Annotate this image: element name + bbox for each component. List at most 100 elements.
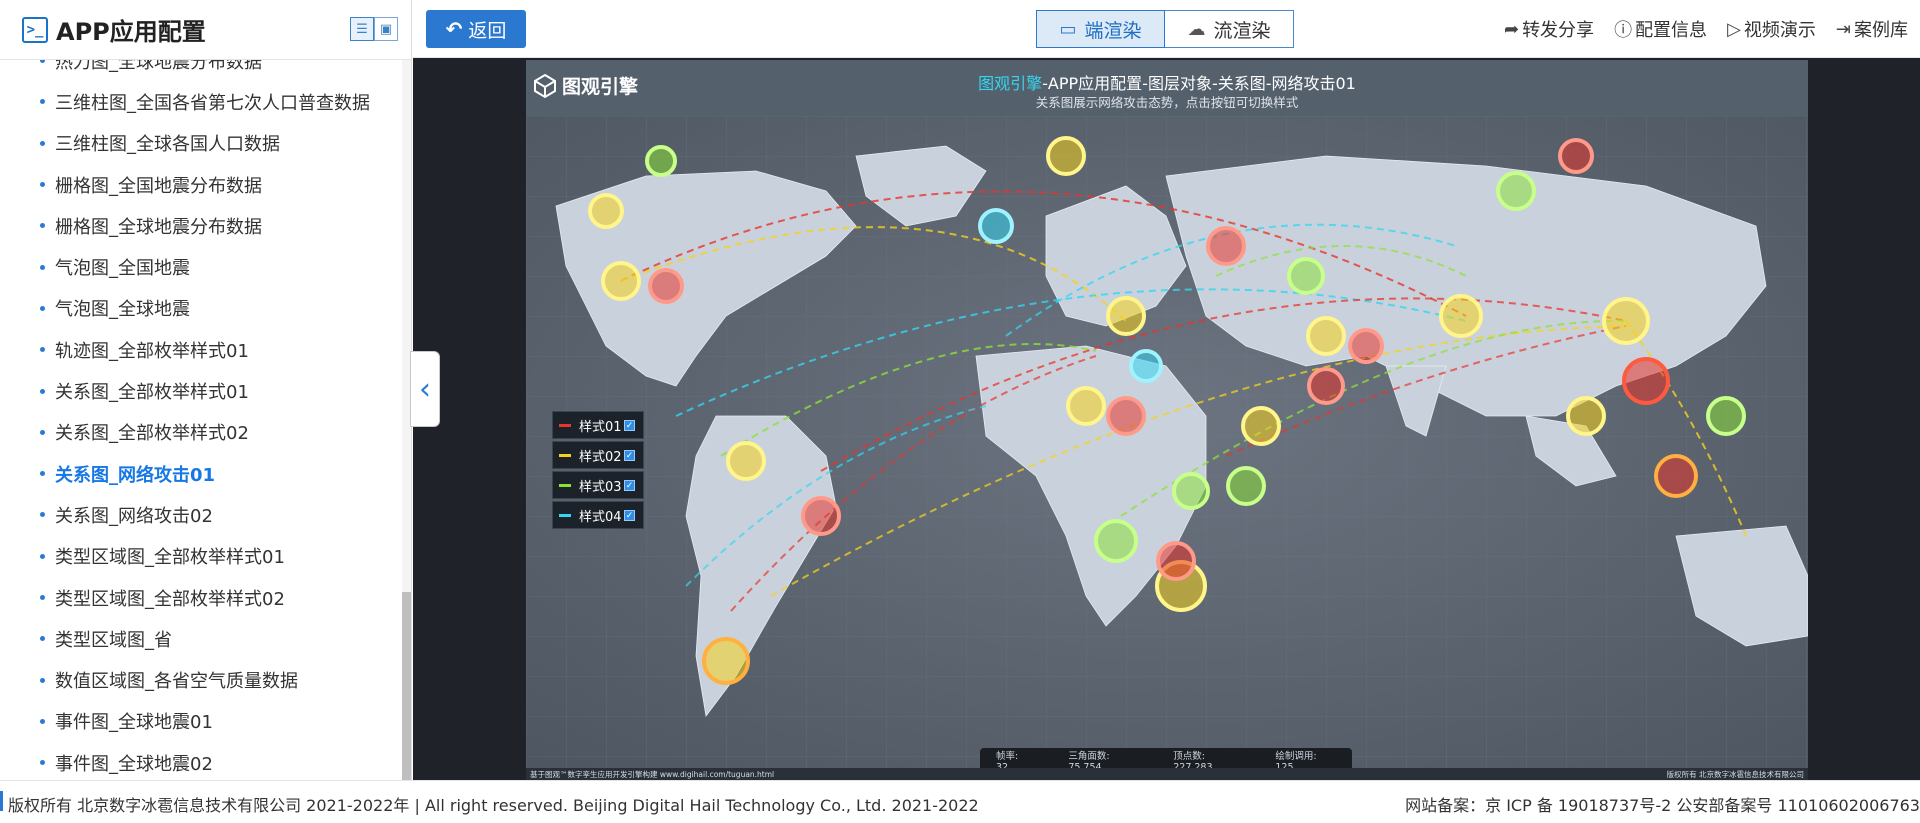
sidebar-item-label: 轨迹图_全部枚举样式01	[55, 340, 249, 362]
sidebar-list: 热力图_全球地震分布数据三维柱图_全国各省第七次人口普查数据 三维柱图_全球各国人…	[0, 60, 405, 780]
config-info-link[interactable]: ⓘ 配置信息	[1614, 16, 1707, 42]
legend-swatch	[559, 453, 571, 457]
sidebar-item-label: 栅格图_全球地震分布数据	[55, 216, 262, 238]
sidebar-item[interactable]: 类型区域图_全部枚举样式01	[0, 536, 405, 577]
sidebar-scrollbar-thumb[interactable]	[402, 592, 411, 780]
sidebar-item-label: 气泡图_全球地震	[55, 299, 190, 321]
share-link[interactable]: ➦ 转发分享	[1504, 16, 1594, 42]
top-toolbar: ↶ 返回 ▭ 端渲染 ☁ 流渲染 ➦ 转发分享 ⓘ 配置信息 ▷ 视频演示 ⇥ …	[413, 0, 1920, 58]
sidebar-item[interactable]: 气泡图_全球地震	[0, 288, 405, 329]
back-button[interactable]: ↶ 返回	[426, 10, 526, 48]
sidebar-item-label: 关系图_全部枚举样式02	[55, 423, 249, 445]
vertices-label: 顶点数:	[1173, 750, 1205, 762]
render-mode-toggle: ▭ 端渲染 ☁ 流渲染	[1036, 10, 1294, 48]
sidebar-item-label: 三维柱图_全球各国人口数据	[55, 134, 280, 156]
terminal-icon: >_	[22, 16, 48, 43]
case-library-label: 案例库	[1854, 20, 1908, 41]
legend-swatch	[559, 423, 571, 427]
header-links: ➦ 转发分享 ⓘ 配置信息 ▷ 视频演示 ⇥ 案例库	[1484, 16, 1908, 42]
app-title: APP应用配置	[56, 18, 206, 46]
sidebar-item[interactable]: 事件图_全球地震02	[0, 742, 405, 780]
map-footer-right: 版权所有 北京数字冰雹信息技术有限公司	[1666, 770, 1804, 779]
client-render-label: 端渲染	[1084, 19, 1142, 42]
back-arrow-icon: ↶	[445, 17, 463, 41]
legend-item[interactable]: 样式04 ✓	[552, 501, 644, 529]
sidebar-item[interactable]: 气泡图_全国地震	[0, 246, 405, 287]
sidebar-header: >_ APP应用配置 ☰ ▣	[0, 0, 411, 60]
sidebar-item[interactable]: 关系图_全部枚举样式01	[0, 370, 405, 411]
map-title-highlight: 图观引擎	[978, 74, 1043, 93]
sidebar-item[interactable]: 三维柱图_全国各省第七次人口普查数据	[0, 81, 405, 122]
play-icon: ▷	[1727, 18, 1741, 40]
sidebar-item-label: 类型区域图_省	[55, 629, 172, 651]
chevron-left-icon: ‹	[419, 371, 431, 407]
exit-icon: ⇥	[1835, 18, 1851, 40]
sidebar-item-label: 关系图_网络攻击01	[55, 464, 216, 486]
sidebar-item-label: 关系图_网络攻击02	[55, 505, 213, 527]
triangles-label: 三角面数:	[1068, 750, 1110, 762]
sidebar-item-label: 事件图_全球地震02	[55, 753, 213, 775]
monitor-icon: ▭	[1059, 18, 1077, 40]
footer-accent	[0, 791, 3, 811]
map-footer: 基于图观™数字孪生应用开发引擎构建 www.digihail.com/tugua…	[526, 768, 1808, 780]
sidebar-item-label: 事件图_全球地震01	[55, 712, 213, 734]
sidebar-item[interactable]: 热力图_全球地震分布数据	[0, 60, 405, 81]
world-map	[526, 116, 1808, 780]
info-icon: ⓘ	[1614, 20, 1633, 41]
footer-icp: 网站备案：京 ICP 备 19018737号-2 公安部备案号 11010602…	[1405, 796, 1920, 815]
legend-item[interactable]: 样式03 ✓	[552, 471, 644, 499]
client-render-button[interactable]: ▭ 端渲染	[1036, 10, 1165, 48]
share-label: 转发分享	[1522, 20, 1595, 41]
sidebar-item[interactable]: 三维柱图_全球各国人口数据	[0, 123, 405, 164]
style-legend: 样式01 ✓ 样式02 ✓ 样式03 ✓ 样式04 ✓	[552, 411, 644, 531]
sidebar-item-label: 栅格图_全国地震分布数据	[55, 175, 262, 197]
sidebar-item[interactable]: 关系图_网络攻击02	[0, 494, 405, 535]
legend-swatch	[559, 483, 571, 487]
share-icon: ➦	[1503, 18, 1520, 40]
sidebar-item[interactable]: 关系图_全部枚举样式02	[0, 412, 405, 453]
sidebar-item[interactable]: 数值区域图_各省空气质量数据	[0, 659, 405, 700]
map-title-rest: -APP应用配置-图层对象-关系图-网络攻击01	[1042, 74, 1356, 93]
map-footer-left: 基于图观™数字孪生应用开发引擎构建 www.digihail.com/tugua…	[530, 770, 775, 779]
case-library-link[interactable]: ⇥ 案例库	[1836, 16, 1908, 42]
list-view-icon[interactable]: ☰	[350, 17, 374, 41]
image-view-icon[interactable]: ▣	[374, 17, 398, 41]
sidebar-item-label: 类型区域图_全部枚举样式02	[55, 588, 285, 610]
render-stage: 图观引擎 图观引擎-APP应用配置-图层对象-关系图-网络攻击01 关系图展示网…	[413, 58, 1920, 780]
footer-copyright: 版权所有 北京数字冰雹信息技术有限公司 2021-2022年 | All rig…	[8, 796, 979, 815]
page-footer: 版权所有 北京数字冰雹信息技术有限公司 2021-2022年 | All rig…	[0, 780, 1920, 823]
legend-checkbox[interactable]: ✓	[624, 479, 635, 491]
legend-label: 样式02	[579, 449, 622, 465]
sidebar: >_ APP应用配置 ☰ ▣ 热力图_全球地震分布数据三维柱图_全国各省第七次人…	[0, 0, 412, 780]
map-subtitle: 关系图展示网络攻击态势，点击按钮可切换样式	[1035, 95, 1299, 110]
sidebar-item-label: 三维柱图_全国各省第七次人口普查数据	[55, 92, 370, 114]
cloud-icon: ☁	[1187, 18, 1206, 40]
video-demo-link[interactable]: ▷ 视频演示	[1727, 16, 1816, 42]
collapse-sidebar-button[interactable]: ‹	[410, 351, 440, 427]
fps-label: 帧率:	[996, 750, 1019, 762]
legend-swatch	[559, 513, 571, 517]
legend-item[interactable]: 样式02 ✓	[552, 441, 644, 469]
sidebar-item[interactable]: 类型区域图_全部枚举样式02	[0, 577, 405, 618]
sidebar-item[interactable]: 事件图_全球地震01	[0, 701, 405, 742]
stream-render-button[interactable]: ☁ 流渲染	[1165, 10, 1294, 48]
sidebar-item-label: 类型区域图_全部枚举样式01	[55, 547, 285, 569]
drawcalls-label: 绘制调用:	[1275, 750, 1317, 762]
back-button-label: 返回	[468, 19, 507, 42]
legend-checkbox[interactable]: ✓	[624, 419, 635, 431]
sidebar-item[interactable]: 类型区域图_省	[0, 618, 405, 659]
map-viewport[interactable]: 图观引擎 图观引擎-APP应用配置-图层对象-关系图-网络攻击01 关系图展示网…	[526, 60, 1808, 780]
sidebar-item[interactable]: 轨迹图_全部枚举样式01	[0, 329, 405, 370]
legend-item[interactable]: 样式01 ✓	[552, 411, 644, 439]
legend-label: 样式03	[579, 479, 622, 495]
sidebar-item-label: 气泡图_全国地震	[55, 258, 190, 280]
sidebar-item[interactable]: 关系图_网络攻击01	[0, 453, 405, 494]
sidebar-item-label: 关系图_全部枚举样式01	[55, 382, 249, 404]
legend-checkbox[interactable]: ✓	[624, 509, 635, 521]
sidebar-item[interactable]: 栅格图_全国地震分布数据	[0, 164, 405, 205]
sidebar-item[interactable]: 栅格图_全球地震分布数据	[0, 205, 405, 246]
view-toggle: ☰ ▣	[350, 17, 398, 41]
legend-checkbox[interactable]: ✓	[624, 449, 635, 461]
map-title: 图观引擎-APP应用配置-图层对象-关系图-网络攻击01	[526, 70, 1808, 94]
config-info-label: 配置信息	[1635, 20, 1708, 41]
